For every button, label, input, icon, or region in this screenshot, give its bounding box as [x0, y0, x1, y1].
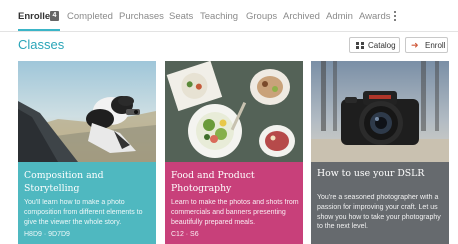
card-title: Composition and Storytelling: [24, 170, 104, 194]
card-description: You're a seasoned photographer with a pa…: [317, 194, 441, 231]
card-title: Food and Product Photography: [171, 170, 255, 194]
card-body: Food and Product Photography Learn to ma…: [165, 162, 303, 244]
card-image-food: [165, 61, 303, 162]
enrolled-count-badge: 4: [50, 11, 59, 21]
catalog-button-label: Catalog: [368, 41, 396, 50]
card-description: Learn to make the photos and shots from …: [171, 199, 299, 226]
card-title: How to use your DSLR: [317, 168, 425, 179]
card-body: Composition and Storytelling You'll lear…: [18, 162, 156, 244]
class-card-food[interactable]: Food and Product Photography Learn to ma…: [165, 61, 303, 244]
class-card-composition[interactable]: Composition and Storytelling You'll lear…: [18, 61, 156, 244]
card-image-dog: [18, 61, 156, 162]
tab-bar: Enrolled 4 Completed Purchases Seats Tea…: [0, 0, 458, 32]
tab-seats[interactable]: Seats: [169, 11, 193, 22]
enroll-button[interactable]: ➜ Enroll: [405, 37, 448, 53]
tab-archived[interactable]: Archived: [283, 11, 320, 22]
card-body: How to use your DSLR You're a seasoned p…: [311, 162, 449, 244]
tab-purchases[interactable]: Purchases: [119, 11, 164, 22]
card-code: C12 · S6: [171, 231, 199, 238]
catalog-button[interactable]: Catalog: [349, 37, 400, 53]
tab-teaching[interactable]: Teaching: [200, 11, 238, 22]
more-vertical-icon[interactable]: [392, 11, 398, 23]
tab-completed[interactable]: Completed: [67, 11, 113, 22]
enter-arrow-icon: ➜: [411, 40, 419, 50]
tab-admin[interactable]: Admin: [326, 11, 353, 22]
enroll-button-label: Enroll: [425, 41, 446, 50]
card-image-camera: [311, 61, 449, 162]
tab-awards[interactable]: Awards: [359, 11, 391, 22]
grid-icon: [356, 41, 364, 50]
card-description: You'll learn how to make a photo composi…: [24, 199, 143, 226]
page-title: Classes: [18, 37, 65, 52]
tab-groups[interactable]: Groups: [246, 11, 277, 22]
active-tab-indicator: [18, 29, 60, 31]
class-card-dslr[interactable]: How to use your DSLR You're a seasoned p…: [311, 61, 449, 244]
card-code: H8D9 · 9D7D9: [24, 231, 70, 238]
